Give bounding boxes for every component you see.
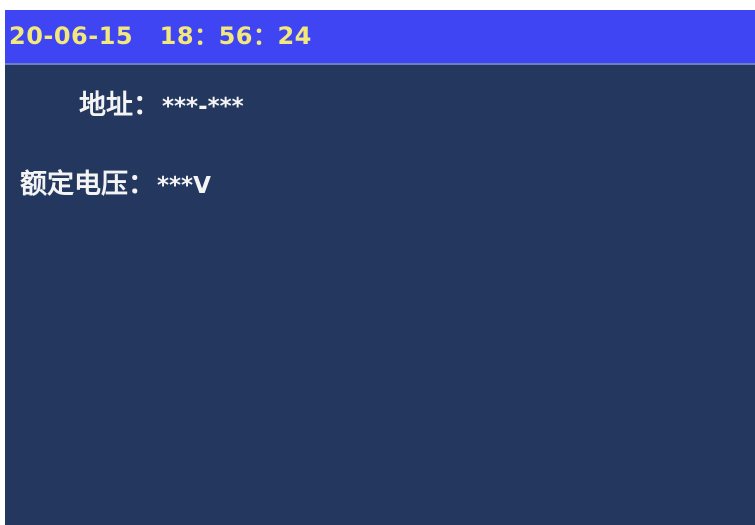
rated-voltage-row: 额定电压： ***V bbox=[20, 167, 211, 204]
rated-voltage-value: ***V bbox=[157, 173, 211, 199]
address-value: ***-*** bbox=[162, 94, 244, 120]
status-bar: 20-06-15 18：56：24 bbox=[5, 10, 755, 65]
datetime-display: 20-06-15 18：56：24 bbox=[9, 22, 312, 50]
address-label: 地址： bbox=[79, 90, 160, 121]
address-row: 地址： ***-*** bbox=[79, 88, 244, 125]
device-screen: 20-06-15 18：56：24 地址： ***-*** 额定电压： ***V bbox=[5, 10, 755, 525]
rated-voltage-label: 额定电压： bbox=[20, 169, 155, 200]
